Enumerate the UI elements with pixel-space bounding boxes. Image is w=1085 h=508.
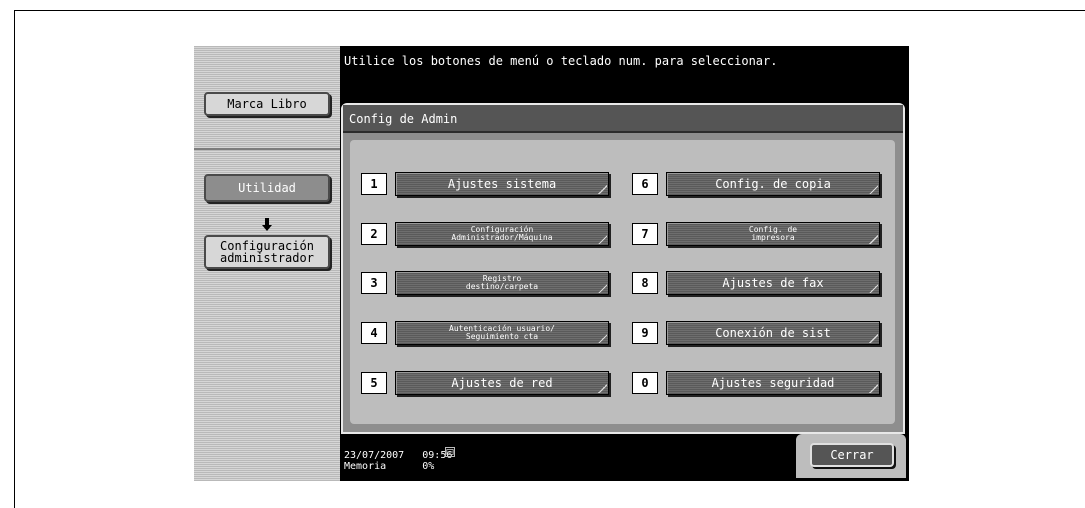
menu-button-label: Conexión de sist (715, 326, 831, 340)
status-bar: 23/07/2007 09:56 Memoria 0% (344, 450, 452, 472)
menu-button-admin-machine[interactable]: Configuración Administrador/Máquina (395, 222, 609, 246)
corner-mark-icon (598, 284, 607, 293)
bookmark-button[interactable]: Marca Libro (204, 92, 330, 116)
corner-mark-icon (869, 284, 878, 293)
corner-mark-icon (598, 384, 607, 393)
menu-button-label: Config. de impresora (748, 225, 798, 242)
menu-number: 2 (361, 223, 387, 245)
menu-button-copy-config[interactable]: Config. de copia (666, 172, 880, 196)
menu-button-label: Config. de copia (715, 177, 831, 191)
instruction-message: Utilice los botones de menú o teclado nu… (344, 54, 778, 68)
arrow-down-icon (262, 218, 272, 231)
status-datetime: 23/07/2007 09:56 (344, 450, 453, 461)
menu-button-destination-register[interactable]: Registro destino/carpeta (395, 271, 609, 295)
corner-mark-icon (598, 185, 607, 194)
panel-title: Config de Admin (343, 105, 903, 133)
sidebar-divider (194, 148, 340, 150)
menu-button-printer-config[interactable]: Config. de impresora (666, 222, 880, 246)
menu-number: 8 (632, 272, 658, 294)
close-button[interactable]: Cerrar (810, 443, 894, 467)
menu-button-security-settings[interactable]: Ajustes seguridad (666, 371, 880, 395)
admin-config-button[interactable]: Configuración administrador (204, 235, 330, 269)
menu-button-label: Registro destino/carpeta (465, 274, 539, 291)
menu-button-system-settings[interactable]: Ajustes sistema (395, 172, 609, 196)
menu-button-label: Ajustes seguridad (711, 376, 835, 390)
corner-mark-icon (598, 334, 607, 343)
menu-number: 0 (632, 372, 658, 394)
menu-number: 3 (361, 272, 387, 294)
menu-button-label: Configuración Administrador/Máquina (451, 225, 553, 242)
menu-button-network-settings[interactable]: Ajustes de red (395, 371, 609, 395)
corner-mark-icon (869, 334, 878, 343)
menu-number: 4 (361, 322, 387, 344)
corner-mark-icon (869, 384, 878, 393)
menu-number: 9 (632, 322, 658, 344)
menu-number: 5 (361, 372, 387, 394)
printer-status-icon (445, 447, 455, 457)
menu-button-label: Ajustes de fax (722, 276, 824, 290)
menu-button-user-auth[interactable]: Autenticación usuario/ Seguimiento cta (395, 321, 609, 345)
menu-number: 1 (361, 173, 387, 195)
corner-mark-icon (598, 235, 607, 244)
corner-mark-icon (869, 185, 878, 194)
menu-button-fax-settings[interactable]: Ajustes de fax (666, 271, 880, 295)
menu-button-label: Ajustes sistema (447, 177, 557, 191)
utility-button[interactable]: Utilidad (204, 174, 330, 202)
menu-number: 7 (632, 223, 658, 245)
status-memory: Memoria 0% (344, 461, 435, 472)
menu-button-label: Ajustes de red (451, 376, 553, 390)
menu-button-system-connection[interactable]: Conexión de sist (666, 321, 880, 345)
menu-number: 6 (632, 173, 658, 195)
menu-button-label: Autenticación usuario/ Seguimiento cta (449, 324, 555, 341)
corner-mark-icon (869, 235, 878, 244)
